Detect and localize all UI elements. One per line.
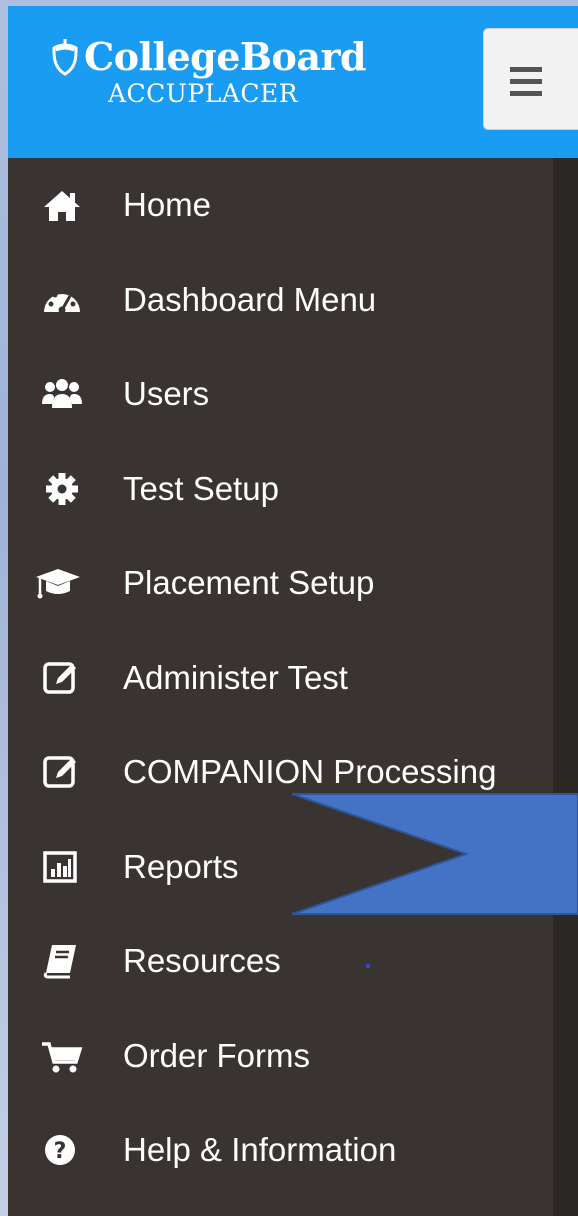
svg-text:?: ? — [54, 1139, 67, 1164]
sidebar-item-home[interactable]: Home — [8, 158, 553, 253]
sidebar-item-order-forms[interactable]: Order Forms — [8, 1009, 553, 1104]
home-icon — [8, 185, 123, 225]
book-icon — [8, 941, 123, 981]
callout-arrow — [291, 793, 578, 915]
content-area — [553, 158, 578, 1216]
sidebar-item-placement-setup[interactable]: Placement Setup — [8, 536, 553, 631]
brand-subtitle: ACCUPLACER — [108, 79, 299, 108]
sidebar-item-label: Order Forms — [123, 1036, 311, 1074]
sidebar-item-label: COMPANION Processing — [123, 753, 497, 791]
sidebar-item-label: Resources — [123, 942, 281, 980]
sidebar-item-help-information[interactable]: ? Help & Information — [8, 1103, 553, 1198]
sidebar-item-label: Test Setup — [123, 469, 279, 507]
graduation-cap-icon — [8, 563, 123, 603]
bar-chart-icon — [8, 847, 123, 887]
sidebar-item-label: Users — [123, 375, 210, 413]
sidebar-item-label: Placement Setup — [123, 564, 375, 602]
cart-icon — [8, 1036, 123, 1076]
sidebar-item-label: Reports — [123, 847, 239, 885]
hamburger-menu-button[interactable] — [483, 28, 578, 130]
stray-dot — [366, 964, 370, 968]
acorn-icon — [52, 38, 78, 76]
sidebar-nav: Home Dashboard Menu Users Test Setup Pla — [8, 158, 553, 1198]
brand-name: CollegeBoard — [84, 34, 367, 79]
sidebar-item-label: Home — [123, 186, 212, 224]
sidebar-item-users[interactable]: Users — [8, 347, 553, 442]
gear-icon — [8, 469, 123, 509]
edit-icon — [8, 752, 123, 792]
header: CollegeBoard ACCUPLACER — [8, 6, 578, 158]
sidebar-item-label: Help & Information — [123, 1131, 397, 1169]
question-circle-icon: ? — [8, 1130, 123, 1170]
collegeboard-logo[interactable]: CollegeBoard ACCUPLACER — [50, 34, 367, 108]
dashboard-icon — [8, 280, 123, 320]
sidebar-item-test-setup[interactable]: Test Setup — [8, 442, 553, 537]
users-icon — [8, 374, 123, 414]
app-frame: CollegeBoard ACCUPLACER Home Dashboard M… — [8, 6, 578, 1216]
edit-icon — [8, 658, 123, 698]
sidebar-item-resources[interactable]: Resources — [8, 914, 553, 1009]
sidebar-item-administer-test[interactable]: Administer Test — [8, 631, 553, 726]
sidebar-item-dashboard-menu[interactable]: Dashboard Menu — [8, 253, 553, 348]
sidebar-item-label: Dashboard Menu — [123, 280, 377, 318]
sidebar-item-label: Administer Test — [123, 658, 348, 696]
